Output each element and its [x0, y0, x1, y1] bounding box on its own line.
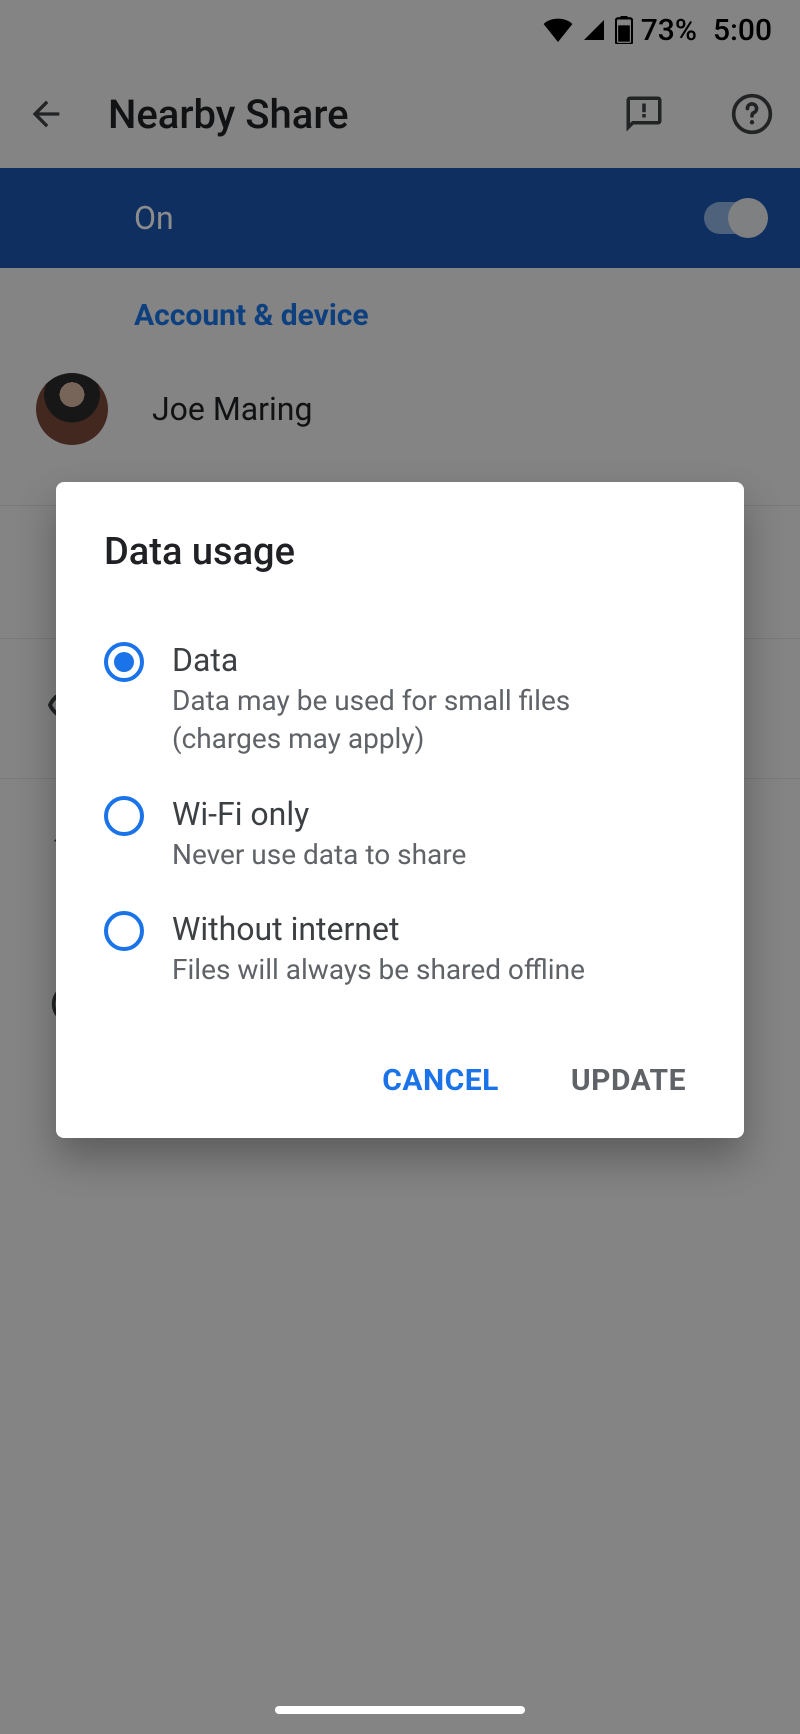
radio-option-without-internet[interactable]: Without internet Files will always be sh… — [104, 891, 696, 1007]
radio-label: Data — [172, 640, 632, 680]
radio-option-wifi-only[interactable]: Wi-Fi only Never use data to share — [104, 776, 696, 892]
update-button[interactable]: UPDATE — [565, 1051, 692, 1110]
radio-option-data[interactable]: Data Data may be used for small files (c… — [104, 622, 696, 776]
radio-icon[interactable] — [104, 796, 144, 836]
data-usage-dialog: Data usage Data Data may be used for sma… — [56, 482, 744, 1138]
cancel-button[interactable]: CANCEL — [376, 1051, 505, 1110]
home-indicator[interactable] — [275, 1706, 525, 1714]
radio-icon[interactable] — [104, 911, 144, 951]
radio-label: Without internet — [172, 909, 585, 949]
dialog-actions: CANCEL UPDATE — [104, 1051, 696, 1110]
radio-label: Wi-Fi only — [172, 794, 466, 834]
dialog-title: Data usage — [104, 530, 696, 574]
radio-icon[interactable] — [104, 642, 144, 682]
radio-desc: Data may be used for small files (charge… — [172, 682, 632, 758]
radio-desc: Never use data to share — [172, 836, 466, 874]
radio-desc: Files will always be shared offline — [172, 951, 585, 989]
